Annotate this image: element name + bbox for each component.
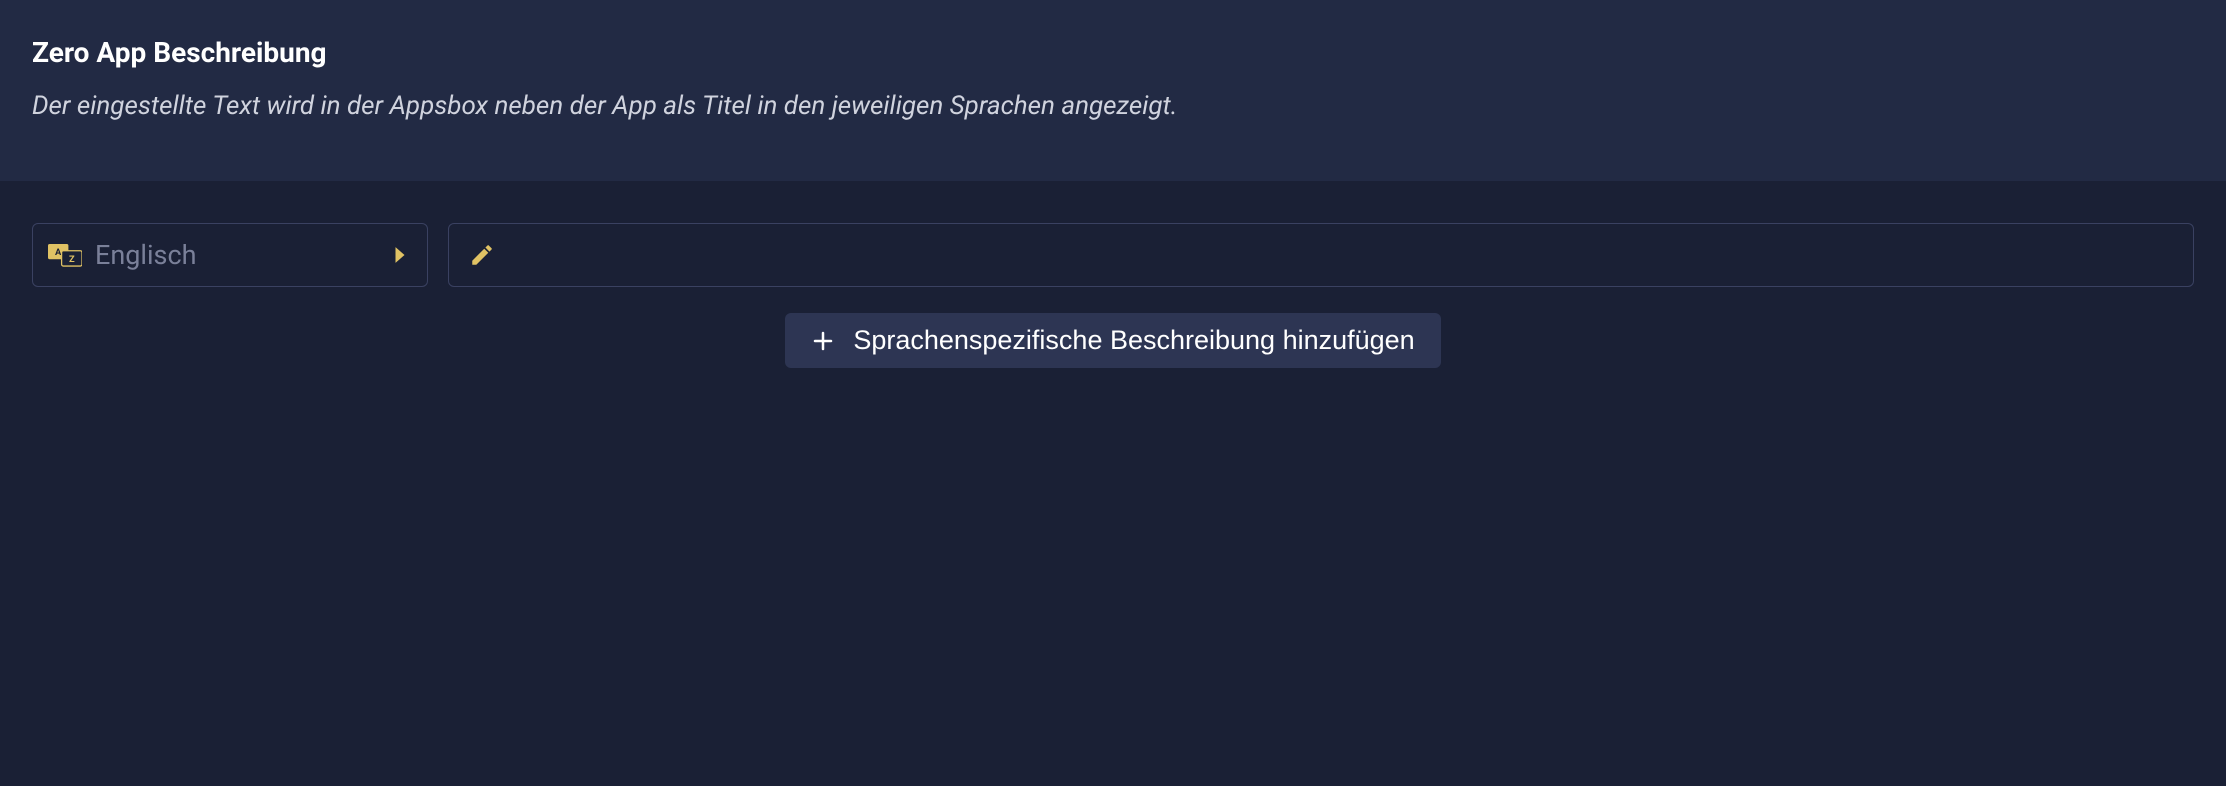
plus-icon bbox=[811, 329, 835, 353]
svg-text:Z: Z bbox=[69, 254, 75, 265]
add-button-container: Sprachenspezifische Beschreibung hinzufü… bbox=[32, 313, 2194, 368]
translate-icon: A Z bbox=[47, 241, 83, 269]
panel-header: Zero App Beschreibung Der eingestellte T… bbox=[0, 0, 2226, 181]
description-input[interactable] bbox=[448, 223, 2194, 287]
chevron-right-icon bbox=[393, 246, 407, 264]
language-label: Englisch bbox=[95, 239, 393, 271]
panel-subtitle: Der eingestellte Text wird in der Appsbo… bbox=[32, 91, 2194, 121]
description-row: A Z Englisch bbox=[32, 223, 2194, 287]
add-button-label: Sprachenspezifische Beschreibung hinzufü… bbox=[853, 325, 1414, 356]
add-language-description-button[interactable]: Sprachenspezifische Beschreibung hinzufü… bbox=[785, 313, 1440, 368]
pencil-icon bbox=[469, 242, 495, 268]
description-panel: Zero App Beschreibung Der eingestellte T… bbox=[0, 0, 2226, 786]
language-select[interactable]: A Z Englisch bbox=[32, 223, 428, 287]
panel-title: Zero App Beschreibung bbox=[32, 36, 2194, 69]
panel-content: A Z Englisch bbox=[0, 181, 2226, 368]
